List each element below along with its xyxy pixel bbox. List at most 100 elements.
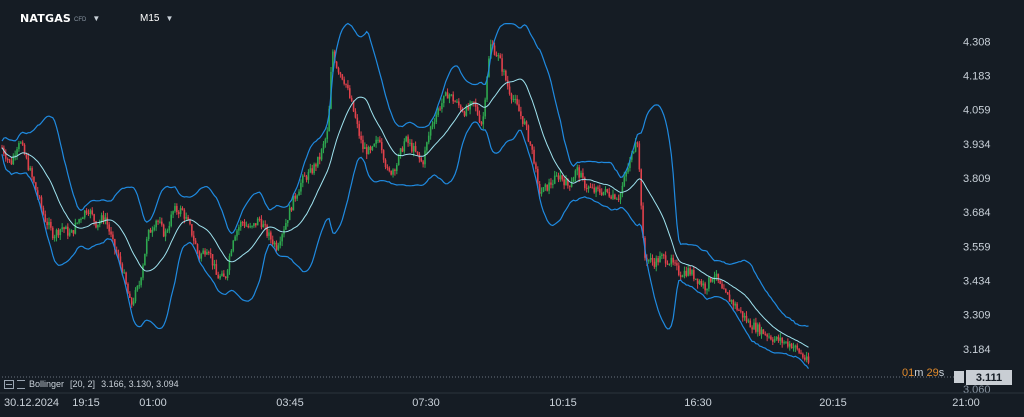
candle-body	[568, 185, 571, 187]
y-tick-label: 3.934	[963, 139, 991, 151]
candle-body	[589, 186, 592, 188]
candle-body	[200, 253, 203, 259]
candle-body	[661, 254, 663, 257]
indicator-legend: Bollinger [20, 2] 3.166, 3.130, 3.094	[4, 378, 179, 390]
candle-body	[783, 342, 785, 344]
candle-body	[756, 324, 759, 332]
candle-body	[802, 353, 804, 358]
candle-body	[770, 336, 772, 340]
visibility-icon[interactable]	[17, 379, 25, 389]
candle-body	[803, 357, 806, 360]
candle-body	[617, 198, 620, 200]
candle-body	[38, 196, 41, 198]
price-chart[interactable]: 4.308 4.183 4.059 3.934 3.809 3.684 3.559 3.434…	[0, 0, 1024, 417]
candle-body	[606, 189, 609, 192]
y-tick-label: 3.684	[963, 207, 991, 219]
candle-body	[294, 195, 297, 199]
candle-body	[740, 310, 742, 312]
candle-body	[221, 273, 223, 276]
timeframe-selector[interactable]: M15 ▼	[140, 10, 173, 26]
candle-body	[785, 341, 787, 343]
candle-body	[360, 135, 362, 140]
y-tick-label: 4.059	[963, 105, 991, 117]
candle-body	[636, 142, 639, 144]
candle-body	[59, 229, 62, 236]
chevron-down-icon[interactable]: ▼	[165, 14, 173, 23]
candle-body	[281, 234, 283, 242]
candle-body	[777, 336, 780, 341]
candle-body	[736, 303, 738, 310]
candle-body	[704, 283, 706, 291]
candle-body	[668, 263, 671, 265]
candle-body	[16, 149, 18, 156]
candle-body	[781, 337, 783, 343]
candle-body	[525, 121, 528, 126]
candle-body	[580, 172, 582, 178]
candle-body	[405, 136, 407, 142]
candle-body	[674, 262, 676, 264]
candle-body	[702, 283, 705, 286]
candle-body	[397, 154, 400, 166]
candle-body	[164, 231, 167, 237]
candle-body	[587, 186, 590, 189]
candle-body	[723, 288, 725, 290]
x-tick-label: 03:45	[276, 397, 304, 409]
candle-body	[435, 114, 438, 122]
candle-body	[215, 264, 218, 275]
instrument-selector[interactable]: NATGAS CFD ▼	[20, 10, 100, 26]
candle-body	[151, 229, 154, 233]
candle-body	[694, 278, 697, 280]
candle-body	[76, 222, 78, 224]
candle-body	[8, 159, 11, 161]
candle-body	[743, 315, 746, 318]
candle-body	[112, 234, 114, 240]
candle-body	[349, 88, 351, 99]
candle-body	[198, 251, 201, 259]
y-tick-label: 3.809	[963, 173, 991, 185]
candle-body	[258, 218, 261, 220]
candle-body	[602, 191, 605, 195]
candle-body	[638, 143, 641, 170]
time-axis: 30.12.2024 19:15 01:00 03:45 07:30 10:15 16:30…	[0, 392, 1024, 409]
candlestick-series	[1, 39, 810, 365]
candle-body	[766, 334, 768, 337]
candle-body	[161, 221, 163, 225]
candle-body	[676, 263, 678, 266]
candle-body	[288, 207, 291, 221]
candle-body	[230, 250, 233, 257]
settings-icon[interactable]	[4, 379, 14, 389]
candle-body	[55, 229, 58, 237]
candle-body	[518, 104, 520, 112]
candle-body	[27, 157, 30, 170]
candle-body	[424, 150, 426, 165]
candle-body	[540, 192, 543, 194]
candle-body	[157, 220, 159, 222]
chevron-down-icon[interactable]: ▼	[92, 14, 100, 23]
candle-body	[619, 193, 622, 200]
candle-body	[149, 229, 152, 233]
candle-body	[343, 79, 345, 84]
candle-body	[520, 111, 522, 117]
candle-body	[595, 187, 597, 193]
candle-body	[253, 223, 255, 226]
candle-body	[469, 102, 471, 110]
bollinger-middle-band	[1, 78, 809, 348]
candle-body	[655, 258, 658, 267]
candle-body	[678, 265, 680, 276]
candle-body	[48, 222, 50, 226]
candle-body	[679, 275, 682, 277]
candle-body	[706, 288, 708, 291]
candle-body	[473, 101, 475, 103]
candle-body	[751, 327, 753, 330]
candle-body	[593, 187, 595, 193]
y-tick-label: 4.183	[963, 71, 991, 83]
candle-body	[123, 272, 125, 274]
candle-body	[134, 290, 137, 302]
candle-body	[74, 222, 77, 234]
candle-body	[604, 189, 607, 192]
candle-body	[255, 223, 257, 226]
candle-body	[67, 226, 69, 236]
candle-body	[266, 225, 268, 236]
candle-body	[140, 277, 142, 286]
candle-body	[379, 139, 381, 143]
